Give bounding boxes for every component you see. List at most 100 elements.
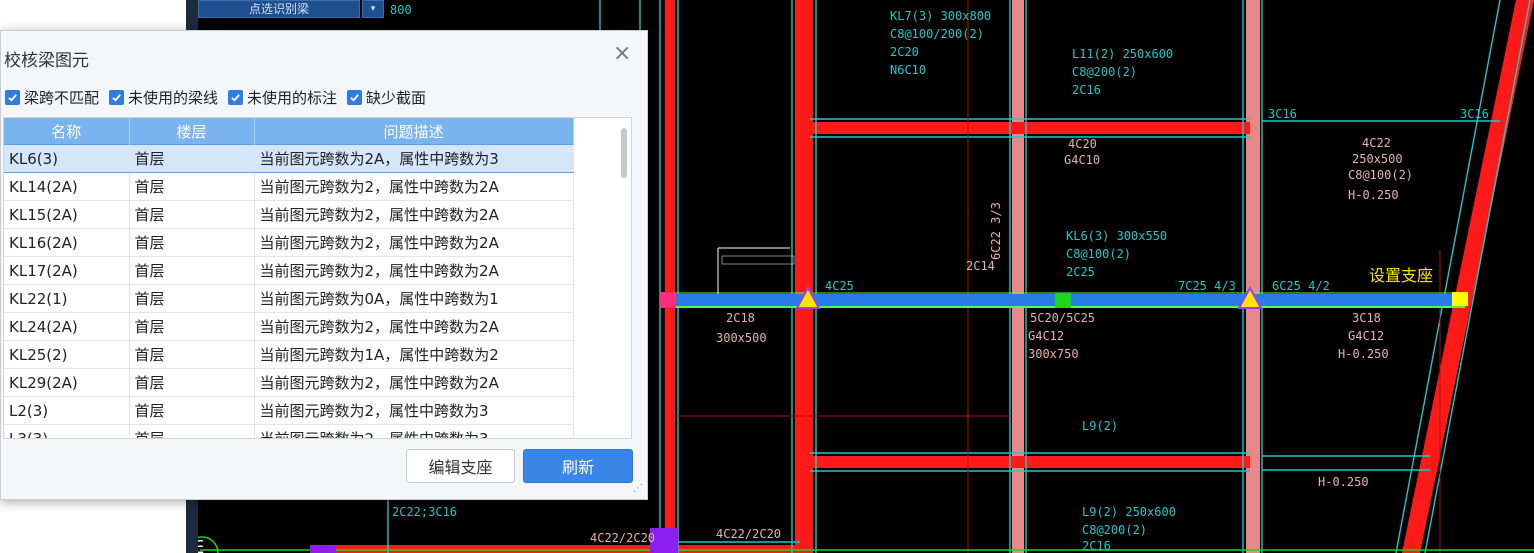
svg-text:4C22/2C20: 4C22/2C20 (716, 527, 781, 541)
svg-text:H-0.250: H-0.250 (1338, 347, 1389, 361)
svg-text:4C20: 4C20 (1068, 137, 1097, 151)
wall-column (665, 0, 675, 553)
cell-name: KL6(3) (4, 144, 130, 173)
vertical-scrollbar[interactable] (621, 128, 627, 178)
wall-beam (810, 456, 1250, 468)
option-unused-beam-lines[interactable]: 未使用的梁线 (109, 87, 218, 108)
svg-text:2C14: 2C14 (966, 259, 995, 273)
table-header: 名称 楼层 问题描述 (4, 118, 574, 145)
cell-name: KL22(1) (4, 284, 130, 313)
svg-text:2C25: 2C25 (1066, 265, 1095, 279)
cell-desc: 当前图元跨数为2，属性中跨数为3 (254, 396, 574, 425)
svg-text:4C22: 4C22 (1362, 136, 1391, 150)
table-row[interactable]: KL14(2A) 首层 当前图元跨数为2，属性中跨数为2A (4, 172, 574, 201)
cell-name: KL25(2) (4, 340, 130, 369)
cell-floor: 首层 (129, 228, 255, 257)
svg-text:5C20/5C25: 5C20/5C25 (1030, 311, 1095, 325)
resize-grip-icon[interactable]: ⋰ (633, 483, 643, 494)
table-row[interactable]: KL15(2A) 首层 当前图元跨数为2，属性中跨数为2A (4, 200, 574, 229)
cell-floor: 首层 (129, 172, 255, 201)
svg-text:G4C10: G4C10 (1064, 153, 1100, 167)
wall-beam (810, 122, 1250, 134)
cell-floor: 首层 (129, 200, 255, 229)
dropdown-arrow-icon[interactable]: ▾ (362, 0, 384, 18)
cell-name: L3(3) (4, 424, 130, 438)
column-header-name[interactable]: 名称 (4, 118, 130, 145)
svg-text:C8@100(2): C8@100(2) (1066, 247, 1131, 261)
svg-text:C8@100/200(2): C8@100/200(2) (890, 27, 984, 41)
svg-text:2C20: 2C20 (890, 45, 919, 59)
option-unused-annotations[interactable]: 未使用的标注 (228, 87, 337, 108)
cell-desc: 当前图元跨数为2，属性中跨数为2A (254, 200, 574, 229)
issues-table: 名称 楼层 问题描述 KL6(3) 首层 当前图元跨数为2A，属性中跨数为3 KL1… (3, 117, 632, 439)
wall-column (1012, 0, 1024, 553)
table-row[interactable]: L3(3) 首层 当前图元跨数为2，属性中跨数为3 (4, 424, 574, 438)
cell-floor: 首层 (129, 312, 255, 341)
svg-text:7C25 4/3: 7C25 4/3 (1178, 279, 1236, 293)
svg-text:L9(2) 250x600: L9(2) 250x600 (1082, 505, 1176, 519)
cell-name: KL14(2A) (4, 172, 130, 201)
cell-name: KL15(2A) (4, 200, 130, 229)
option-label: 未使用的梁线 (128, 88, 219, 107)
option-missing-section[interactable]: 缺少截面 (347, 87, 426, 108)
svg-text:2C18: 2C18 (726, 311, 755, 325)
table-row[interactable]: KL6(3) 首层 当前图元跨数为2A，属性中跨数为3 (4, 144, 574, 173)
cell-desc: 当前图元跨数为2A，属性中跨数为3 (254, 144, 574, 173)
cell-desc: 当前图元跨数为2，属性中跨数为2A (254, 172, 574, 201)
dialog-title: 校核梁图元 (4, 51, 89, 71)
cell-floor: 首层 (129, 144, 255, 173)
column-header-desc[interactable]: 问题描述 (254, 118, 574, 145)
svg-text:6C22 3/3: 6C22 3/3 (989, 202, 1003, 260)
option-span-mismatch[interactable]: 梁跨不匹配 (5, 87, 99, 108)
svg-text:H-0.250: H-0.250 (1348, 188, 1399, 202)
svg-text:KL7(3) 300x800: KL7(3) 300x800 (890, 9, 991, 23)
cell-desc: 当前图元跨数为2，属性中跨数为2A (254, 228, 574, 257)
cell-name: L2(3) (4, 396, 130, 425)
option-label: 缺少截面 (366, 88, 427, 107)
cell-name: KL24(2A) (4, 312, 130, 341)
cell-floor: 首层 (129, 396, 255, 425)
svg-text:KL6(3) 300x550: KL6(3) 300x550 (1066, 229, 1167, 243)
cell-desc: 当前图元跨数为2，属性中跨数为2A (254, 312, 574, 341)
checkbox-checked-icon[interactable] (109, 89, 125, 105)
cell-desc: 当前图元跨数为0A，属性中跨数为1 (254, 284, 574, 313)
table-row[interactable]: L2(3) 首层 当前图元跨数为2，属性中跨数为3 (4, 396, 574, 425)
table-row[interactable]: KL22(1) 首层 当前图元跨数为0A，属性中跨数为1 (4, 284, 574, 313)
checkbox-checked-icon[interactable] (228, 89, 244, 105)
cell-desc: 当前图元跨数为2，属性中跨数为2A (254, 256, 574, 285)
check-beam-dialog: 校核梁图元 × 梁跨不匹配 未使用的梁线 未使用的标注 缺少截面 名称 楼层 问… (0, 30, 648, 500)
table-row[interactable]: KL16(2A) 首层 当前图元跨数为2，属性中跨数为2A (4, 228, 574, 257)
identify-beam-button[interactable]: 点选识别梁 (198, 0, 360, 18)
support-marker[interactable] (660, 292, 676, 308)
svg-text:300x500: 300x500 (716, 331, 767, 345)
svg-text:C8@200(2): C8@200(2) (1082, 523, 1147, 537)
cell-name: KL16(2A) (4, 228, 130, 257)
svg-text:G4C12: G4C12 (1348, 329, 1384, 343)
table-row[interactable]: KL24(2A) 首层 当前图元跨数为2，属性中跨数为2A (4, 312, 574, 341)
cell-floor: 首层 (129, 256, 255, 285)
option-label: 未使用的标注 (247, 88, 338, 107)
svg-text:250x500: 250x500 (1352, 152, 1403, 166)
svg-text:C8@100(2): C8@100(2) (1348, 168, 1413, 182)
checkbox-checked-icon[interactable] (5, 89, 20, 105)
svg-text:4C25: 4C25 (825, 279, 854, 293)
table-row[interactable]: KL29(2A) 首层 当前图元跨数为2，属性中跨数为2A (4, 368, 574, 397)
svg-text:2C16: 2C16 (1072, 83, 1101, 97)
support-marker[interactable] (1055, 293, 1071, 308)
svg-text:3C16: 3C16 (1268, 107, 1297, 121)
svg-text:3C16: 3C16 (1460, 107, 1489, 121)
option-label: 梁跨不匹配 (24, 88, 100, 107)
svg-text:3C18: 3C18 (1352, 311, 1381, 325)
refresh-button[interactable]: 刷新 (523, 449, 633, 483)
svg-text:6C25 4/2: 6C25 4/2 (1272, 279, 1330, 293)
close-icon[interactable]: × (613, 43, 631, 65)
cell-floor: 首层 (129, 368, 255, 397)
column-header-floor[interactable]: 楼层 (129, 118, 255, 145)
support-marker[interactable] (1452, 292, 1468, 306)
table-row[interactable]: KL17(2A) 首层 当前图元跨数为2，属性中跨数为2A (4, 256, 574, 285)
table-row[interactable]: KL25(2) 首层 当前图元跨数为1A，属性中跨数为2 (4, 340, 574, 369)
svg-text:N6C10: N6C10 (890, 63, 926, 77)
checkbox-checked-icon[interactable] (347, 89, 363, 105)
edit-support-button[interactable]: 编辑支座 (406, 449, 515, 483)
cell-floor: 首层 (129, 340, 255, 369)
